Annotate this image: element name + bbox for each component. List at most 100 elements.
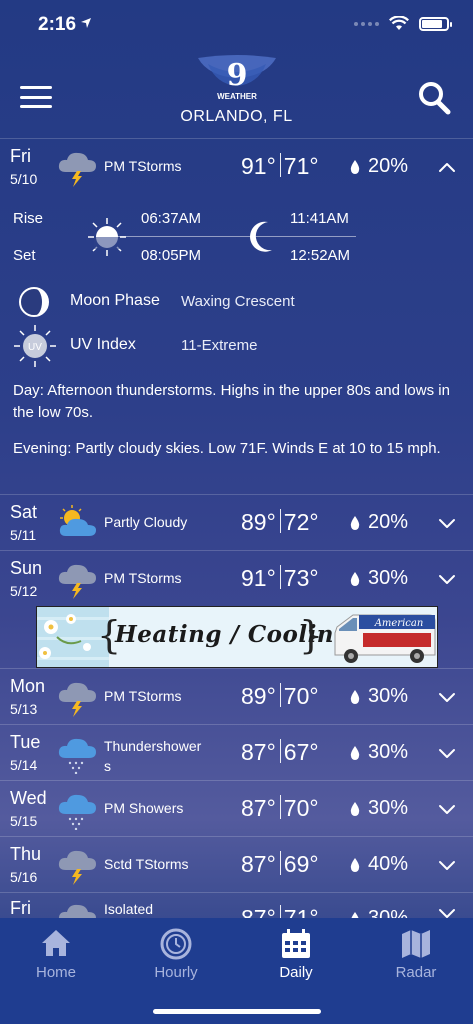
chevron-down-icon[interactable] bbox=[437, 856, 457, 874]
moon-icon bbox=[250, 221, 272, 252]
sunrise-time: 06:37AM bbox=[141, 210, 202, 227]
location-arrow-icon bbox=[81, 18, 91, 28]
channel-9-weather-logo: 9 WEATHER bbox=[198, 55, 276, 101]
raindrop-icon bbox=[350, 689, 360, 704]
day-text: : Afternoon thunderstorms. Highs in the … bbox=[13, 382, 450, 421]
tab-radar[interactable]: Radar bbox=[366, 924, 466, 984]
precipitation: 40% bbox=[350, 853, 408, 876]
uv-index-label: UV Index bbox=[70, 336, 136, 353]
high-temp: 89° bbox=[241, 509, 276, 535]
high-temp: 87° bbox=[241, 739, 276, 765]
sun-moon-line bbox=[96, 236, 356, 237]
low-temp: 70° bbox=[283, 795, 319, 821]
moonset-time: 12:52AM bbox=[290, 247, 351, 264]
raindrop-icon bbox=[350, 857, 360, 872]
day-date: 5/15 bbox=[10, 813, 38, 829]
day-name: Fri bbox=[10, 898, 31, 918]
search-icon[interactable] bbox=[415, 80, 455, 116]
condition: PM Showers bbox=[104, 800, 184, 816]
day-name: Thu bbox=[10, 844, 42, 864]
partly-cloudy-icon bbox=[59, 505, 96, 536]
low-temp: 69° bbox=[283, 851, 319, 877]
day-name: Tue bbox=[10, 732, 41, 752]
day-forecast-text: Day: Afternoon thunderstorms. Highs in t… bbox=[13, 380, 463, 424]
condition: Partly Cloudy bbox=[104, 514, 188, 530]
precipitation: 30% bbox=[350, 567, 408, 590]
menu-button[interactable] bbox=[20, 86, 52, 108]
condition-line-2: s bbox=[104, 758, 111, 774]
right-brace: } bbox=[299, 613, 324, 657]
logo-word: WEATHER bbox=[217, 92, 257, 101]
temperatures: 87° 70° bbox=[241, 795, 319, 822]
rise-label: Rise bbox=[13, 210, 44, 227]
day-date: 5/12 bbox=[10, 583, 38, 599]
tab-label: Home bbox=[35, 964, 76, 981]
day-row[interactable]: Tue 5/14 Thundershower s 87° 67° 30% bbox=[0, 726, 473, 781]
day-row[interactable]: Mon 5/13 PM TStorms 89° 70° 30% bbox=[0, 670, 473, 725]
chevron-down-icon[interactable] bbox=[437, 688, 457, 706]
logo-number: 9 bbox=[227, 58, 248, 93]
rain-icon bbox=[58, 794, 96, 830]
precip-value: 40% bbox=[368, 853, 409, 875]
low-temp: 71° bbox=[283, 153, 319, 179]
divider bbox=[0, 724, 473, 725]
home-indicator[interactable] bbox=[153, 1009, 321, 1014]
uv-icon-text: UV bbox=[28, 342, 42, 353]
tab-hourly[interactable]: Hourly bbox=[126, 924, 226, 984]
precipitation: 30% bbox=[350, 741, 408, 764]
chevron-down-icon[interactable] bbox=[437, 800, 457, 818]
precip-value: 20% bbox=[368, 511, 409, 533]
precip-value: 30% bbox=[368, 741, 409, 763]
day-label: Day bbox=[13, 382, 40, 399]
divider bbox=[0, 892, 473, 893]
thunderstorm-icon bbox=[58, 152, 96, 187]
ad-banner[interactable]: { Heating / Cooling } American bbox=[36, 606, 438, 668]
day-name: Sat bbox=[10, 502, 38, 522]
day-date: 5/10 bbox=[10, 171, 38, 187]
temperatures: 91° 73° bbox=[241, 565, 319, 592]
raindrop-icon bbox=[350, 801, 360, 816]
thunderstorm-icon bbox=[58, 682, 96, 717]
tab-home[interactable]: Home bbox=[6, 924, 106, 984]
day-row[interactable]: Wed 5/15 PM Showers 87° 70° 30% bbox=[0, 782, 473, 837]
chevron-up-icon[interactable] bbox=[437, 158, 457, 176]
high-temp: 87° bbox=[241, 851, 276, 877]
city-name: ORLANDO, FL bbox=[180, 108, 293, 125]
chevron-down-icon[interactable] bbox=[437, 570, 457, 588]
condition: PM TStorms bbox=[104, 688, 182, 704]
uv-index-icon: UV bbox=[14, 325, 56, 367]
low-temp: 70° bbox=[283, 683, 319, 709]
day-row[interactable]: Sun 5/12 PM TStorms 91° 73° 30% bbox=[0, 552, 473, 607]
high-temp: 87° bbox=[241, 795, 276, 821]
battery-icon bbox=[419, 16, 452, 31]
menu-line bbox=[20, 86, 52, 89]
precipitation: 20% bbox=[350, 511, 408, 534]
chevron-down-icon[interactable] bbox=[437, 744, 457, 762]
day-date: 5/13 bbox=[10, 701, 38, 717]
temperatures: 89° 70° bbox=[241, 683, 319, 710]
wifi-icon bbox=[389, 16, 409, 30]
clock-icon bbox=[160, 928, 192, 960]
tab-daily[interactable]: Daily bbox=[246, 924, 346, 984]
day-row[interactable]: Sat 5/11 Partly Cloudy 89° 72° 20% bbox=[0, 496, 473, 551]
rain-icon bbox=[58, 738, 96, 774]
day-row[interactable]: Thu 5/16 Sctd TStorms 87° 69° 40% bbox=[0, 838, 473, 893]
divider bbox=[0, 836, 473, 837]
status-icons bbox=[354, 16, 452, 31]
divider bbox=[0, 494, 473, 495]
precipitation: 30% bbox=[350, 685, 408, 708]
raindrop-icon bbox=[350, 159, 360, 174]
precipitation: 30% bbox=[350, 797, 408, 820]
day-row-expanded[interactable]: Fri 5/10 PM TStorms 91° 71° 20% bbox=[0, 140, 473, 195]
van-image: American bbox=[334, 614, 436, 663]
tab-label: Hourly bbox=[154, 964, 198, 981]
moon-phase-icon bbox=[19, 287, 49, 317]
day-name: Sun bbox=[10, 558, 43, 578]
status-bar: 2:16 bbox=[0, 0, 473, 50]
chevron-down-icon[interactable] bbox=[437, 514, 457, 532]
high-temp: 89° bbox=[241, 683, 276, 709]
divider bbox=[0, 550, 473, 551]
temperatures: 89° 72° bbox=[241, 509, 319, 536]
status-time: 2:16 bbox=[38, 14, 77, 35]
sun-icon bbox=[88, 218, 126, 256]
